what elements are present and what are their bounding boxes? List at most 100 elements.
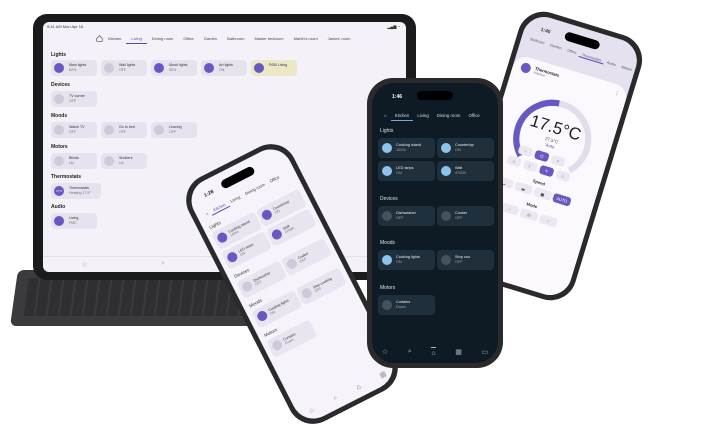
tab-audio[interactable]: Audio bbox=[603, 60, 619, 69]
thermostat-badge: 17.5 bbox=[54, 186, 64, 196]
speaker-icon bbox=[54, 216, 64, 226]
bulb-icon bbox=[254, 63, 264, 73]
favorites-star-icon[interactable]: ☆ bbox=[382, 348, 388, 356]
dark-phone-device: 1:46 ⌂ Kitchen Living Dining room Office… bbox=[367, 78, 503, 368]
dishwasher-icon bbox=[240, 279, 255, 294]
section-audio: Audio bbox=[51, 204, 66, 210]
thermostat-card[interactable]: 17.5 Thermostats Heating 17.5° bbox=[51, 183, 101, 199]
mood-icon bbox=[382, 255, 392, 265]
tab-living[interactable]: Living bbox=[413, 111, 432, 121]
speed-auto-button[interactable]: AUTO bbox=[551, 192, 572, 207]
home-nav-icon[interactable]: ⌂ bbox=[355, 383, 362, 391]
tab-office[interactable]: Office bbox=[265, 171, 284, 186]
mood-icon bbox=[441, 255, 451, 265]
bulb-icon bbox=[204, 63, 214, 73]
motor-card[interactable]: Curtains Down bbox=[266, 319, 318, 358]
cooker-icon bbox=[285, 257, 299, 271]
section-lights: Lights bbox=[380, 128, 394, 134]
tab-living[interactable]: Living bbox=[126, 34, 147, 44]
device-card[interactable]: Cooker OFF bbox=[437, 206, 494, 226]
device-card[interactable]: TV corner OFF bbox=[51, 91, 97, 107]
bottom-nav: ☆ ⌕ ⌂ ▦ ▭ bbox=[372, 341, 498, 363]
dark-phone-screen: 1:46 ⌂ Kitchen Living Dining room Office… bbox=[372, 83, 498, 363]
search-icon[interactable]: ⌕ bbox=[161, 260, 165, 268]
shutters-icon bbox=[104, 156, 114, 166]
mood-card[interactable]: Stop coo OFF bbox=[437, 250, 494, 270]
device-card[interactable]: Dishwasher OFF bbox=[378, 206, 435, 226]
tab-martins-room[interactable]: Martin's room bbox=[289, 34, 323, 44]
device-card[interactable]: Dishwasher OFF bbox=[236, 260, 288, 300]
phone-notch bbox=[563, 31, 601, 51]
tab-james-room[interactable]: James' room bbox=[323, 34, 356, 44]
phone-time: 1:46 bbox=[392, 94, 403, 100]
section-moods: Moods bbox=[51, 113, 68, 119]
home-icon[interactable] bbox=[96, 35, 103, 42]
light-card[interactable]: Countertop ON bbox=[437, 138, 494, 158]
room-tabs: ⌂ Kitchen Living Dining room Office bbox=[380, 111, 484, 121]
mood-card[interactable]: Cooking lights ON bbox=[251, 289, 303, 329]
tab-thermostats[interactable]: Thermostats bbox=[578, 52, 605, 65]
tab-office[interactable]: Office bbox=[564, 48, 580, 57]
tab-garden[interactable]: Garden bbox=[546, 42, 565, 52]
tab-dining-room[interactable]: Dining room bbox=[241, 179, 270, 200]
mode-next-button[interactable]: › bbox=[538, 213, 559, 228]
home-nav-icon[interactable]: ⌂ bbox=[431, 347, 436, 357]
mood-card[interactable]: Leaving OFF bbox=[151, 122, 197, 138]
tab-dining-room[interactable]: Dining room bbox=[147, 34, 179, 44]
light-card[interactable]: Main lights 60% bbox=[51, 60, 97, 76]
tab-bedroom[interactable]: Bedroom bbox=[527, 36, 548, 47]
mood-card[interactable]: Cooking lights ON bbox=[378, 250, 435, 270]
grid-icon[interactable]: ▦ bbox=[378, 370, 388, 379]
section-devices: Devices bbox=[380, 196, 398, 202]
phone-time: 1:40 bbox=[539, 26, 552, 36]
tablet-status-icons: ▂▄▆ ◔ bbox=[387, 24, 400, 29]
mood-card[interactable]: Go to bed OFF bbox=[101, 122, 147, 138]
tab-bathroom[interactable]: Bathroom bbox=[222, 34, 249, 44]
speed-high-button[interactable]: ▅ bbox=[532, 186, 553, 201]
motor-card[interactable]: Blinds Up bbox=[51, 153, 97, 169]
curtains-icon bbox=[382, 300, 392, 310]
bulb-icon bbox=[104, 63, 114, 73]
mood-card[interactable]: Stop cooking OFF bbox=[295, 267, 348, 306]
more-icon[interactable]: ⋮ bbox=[614, 90, 621, 97]
mood-icon bbox=[54, 125, 64, 135]
mood-card[interactable]: Watch TV OFF bbox=[51, 122, 97, 138]
search-icon[interactable]: ⌕ bbox=[332, 394, 339, 403]
section-motors: Motors bbox=[380, 285, 396, 291]
phone-notch bbox=[417, 91, 453, 100]
mode-current-icon: ◎ bbox=[519, 207, 539, 222]
audio-card[interactable]: Living FMC bbox=[51, 213, 97, 229]
tab-office[interactable]: Office bbox=[464, 111, 483, 121]
search-icon[interactable]: ⌕ bbox=[408, 348, 412, 356]
favorites-star-icon[interactable]: ☆ bbox=[307, 406, 317, 416]
home-icon[interactable]: ⌂ bbox=[380, 111, 391, 121]
camera-icon[interactable]: ▭ bbox=[482, 348, 489, 356]
device-card[interactable]: Cooker OFF bbox=[280, 237, 333, 277]
motor-card[interactable]: Curtains Down bbox=[378, 295, 435, 315]
light-card[interactable]: Mood lights 30% bbox=[151, 60, 197, 76]
light-card[interactable]: Wall 4700K bbox=[437, 161, 494, 181]
speed-mid-button[interactable]: ▃ bbox=[513, 181, 534, 195]
section-lights: Lights bbox=[51, 52, 66, 58]
blinds-icon bbox=[54, 156, 64, 166]
dishwasher-icon bbox=[382, 211, 392, 221]
tab-kitchen[interactable]: Kitchen bbox=[103, 34, 126, 44]
tab-office[interactable]: Office bbox=[178, 34, 198, 44]
tab-kitchen[interactable]: Kitchen bbox=[390, 111, 414, 121]
light-card[interactable]: LED strips ON bbox=[378, 161, 435, 181]
curtains-icon bbox=[270, 338, 284, 353]
bulb-icon bbox=[382, 166, 392, 176]
light-card[interactable]: Cooking island 100% bbox=[378, 138, 435, 158]
tab-garden[interactable]: Garden bbox=[199, 34, 222, 44]
grid-icon[interactable]: ▦ bbox=[455, 348, 462, 356]
tab-master-bedroom[interactable]: Master bedroom bbox=[249, 34, 288, 44]
tab-motors[interactable]: Motors bbox=[618, 64, 636, 74]
bulb-icon bbox=[441, 143, 451, 153]
favorites-star-icon[interactable]: ☆ bbox=[81, 260, 88, 269]
light-card-rgb[interactable]: RGB Living bbox=[251, 60, 297, 76]
light-card[interactable]: Art lights ON bbox=[201, 60, 247, 76]
motor-card[interactable]: Shutters Up bbox=[101, 153, 147, 169]
light-card[interactable]: Wall lights OFF bbox=[101, 60, 147, 76]
tab-dining-room[interactable]: Dining room bbox=[433, 111, 465, 121]
bulb-icon bbox=[215, 230, 230, 245]
